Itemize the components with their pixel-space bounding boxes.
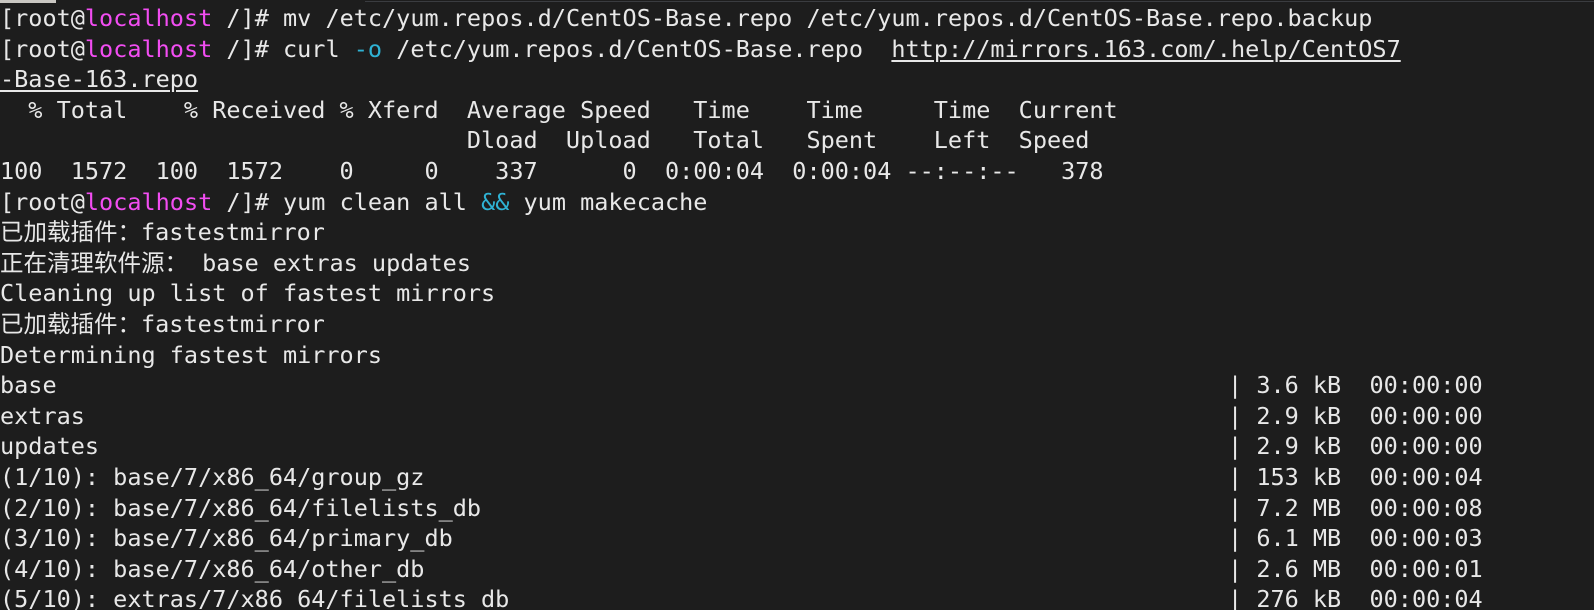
repo-time: 00:00:03 — [1369, 524, 1483, 553]
prompt-close-bracket: ]# — [240, 4, 283, 32]
repo-download-row: (4/10): base/7/x86_64/other_db | 2.6 MB 0… — [0, 554, 1594, 585]
repo-name: (4/10): base/7/x86_64/other_db — [0, 554, 425, 583]
repo-column-separator: | — [1228, 371, 1243, 400]
yum-output-cleaning-repos: 正在清理软件源： base extras updates — [0, 248, 471, 277]
repo-name: (5/10): extras/7/x86_64/filelists_db — [0, 585, 510, 610]
repo-size-time: | 2.9 kB 00:00:00 — [1228, 431, 1483, 462]
repo-time: 00:00:00 — [1369, 432, 1483, 461]
repo-name: (2/10): base/7/x86_64/filelists_db — [0, 493, 482, 522]
prompt-user: root — [14, 4, 71, 32]
window-chrome-strip-right — [365, 1, 1594, 2]
prompt-at-symbol: @ — [70, 34, 85, 63]
yum-output-plugins-loaded-2: 已加载插件：fastestmirror — [0, 309, 325, 338]
mirror-url-link[interactable]: http://mirrors.163.com/.help/CentOS7 — [891, 35, 1400, 63]
prompt-at-symbol: @ — [70, 187, 85, 216]
prompt-open-bracket: [ — [0, 34, 15, 63]
repo-column-separator: | — [1228, 462, 1243, 491]
curl-output-flag: -o — [353, 34, 383, 63]
yum-output-determining-mirrors: Determining fastest mirrors — [0, 340, 383, 369]
prompt-close-bracket: ]# — [240, 34, 283, 63]
shell-and-operator: && — [481, 187, 510, 216]
repo-name: (3/10): base/7/x86_64/primary_db — [0, 524, 453, 553]
repo-download-row: (2/10): base/7/x86_64/filelists_db | 7.2 … — [0, 493, 1594, 524]
repo-time: 00:00:04 — [1369, 462, 1483, 491]
repo-time: 00:00:08 — [1369, 493, 1483, 522]
repo-name: base — [0, 371, 57, 400]
yum-output-cleaning-mirrorlist: Cleaning up list of fastest mirrors — [0, 279, 496, 308]
prompt-open-bracket: [ — [0, 4, 15, 32]
curl-progress-stats-row: 100 1572 100 1572 0 0 337 0 0:00:04 0:00… — [0, 156, 1104, 185]
prompt-user: root — [14, 34, 71, 63]
command-text-yum-makecache: yum makecache — [509, 187, 708, 216]
prompt-close-bracket: ]# — [240, 187, 283, 216]
repo-time: 00:00:00 — [1369, 401, 1483, 430]
repo-time: 00:00:04 — [1369, 585, 1483, 610]
prompt-hostname: localhost — [84, 187, 213, 216]
repo-column-separator: | — [1228, 493, 1243, 522]
repo-name: updates — [0, 432, 100, 461]
repo-name: extras — [0, 401, 85, 430]
repo-download-row: updates | 2.9 kB 00:00:00 — [0, 431, 1594, 462]
repo-size: 2.9 kB — [1256, 432, 1342, 461]
repo-size-time: | 2.6 MB 00:00:01 — [1228, 554, 1483, 585]
repo-size: 7.2 MB — [1256, 493, 1342, 522]
prompt-user: root — [14, 187, 71, 216]
terminal-line-command-mv: [root@localhost /]# mv /etc/yum.repos.d/… — [0, 3, 1594, 34]
repo-size-time: | 7.2 MB 00:00:08 — [1228, 493, 1483, 524]
command-text-yum-clean: yum clean all — [283, 187, 482, 216]
repo-size: 3.6 kB — [1256, 371, 1342, 400]
command-text-curl: curl — [283, 34, 354, 63]
repo-column-separator: | — [1228, 554, 1243, 583]
command-text-mv: mv /etc/yum.repos.d/CentOS-Base.repo /et… — [283, 4, 1373, 32]
prompt-path: / — [212, 4, 241, 32]
repo-download-row: extras | 2.9 kB 00:00:00 — [0, 401, 1594, 432]
repo-download-row: (1/10): base/7/x86_64/group_gz | 153 kB 0… — [0, 462, 1594, 493]
repo-size-time: | 6.1 MB 00:00:03 — [1228, 523, 1483, 554]
prompt-open-bracket: [ — [0, 187, 15, 216]
curl-output-path: /etc/yum.repos.d/CentOS-Base.repo — [382, 34, 892, 63]
repo-column-separator: | — [1228, 585, 1243, 610]
terminal-line-command-curl: [root@localhost /]# curl -o /etc/yum.rep… — [0, 34, 1594, 65]
repo-time: 00:00:01 — [1369, 554, 1483, 583]
terminal-screen: [root@localhost /]# mv /etc/yum.repos.d/… — [0, 3, 1594, 610]
repo-size-time: | 3.6 kB 00:00:00 — [1228, 370, 1483, 401]
curl-progress-header-row-1: % Total % Received % Xferd Average Speed… — [0, 95, 1118, 124]
repo-size: 276 kB — [1256, 585, 1342, 610]
prompt-path: / — [212, 187, 241, 216]
terminal-line-url-wrap: -Base-163.repo — [0, 64, 1594, 95]
mirror-url-link-wrapped[interactable]: -Base-163.repo — [0, 65, 198, 93]
repo-size: 2.9 kB — [1256, 401, 1342, 430]
repo-download-list: base | 3.6 kB 00:00:00 extras | 2.9 kB 00:0… — [0, 370, 1594, 610]
yum-output-plugins-loaded-1: 已加载插件：fastestmirror — [0, 218, 325, 247]
repo-size: 2.6 MB — [1256, 554, 1342, 583]
repo-download-row: (5/10): extras/7/x86_64/filelists_db | 27… — [0, 584, 1594, 610]
repo-size-time: | 2.9 kB 00:00:00 — [1228, 401, 1483, 432]
repo-name: (1/10): base/7/x86_64/group_gz — [0, 462, 425, 491]
prompt-hostname: localhost — [84, 4, 213, 32]
prompt-hostname: localhost — [84, 34, 213, 63]
prompt-at-symbol: @ — [70, 4, 85, 32]
prompt-path: / — [212, 34, 241, 63]
terminal-window[interactable]: [root@localhost /]# mv /etc/yum.repos.d/… — [0, 0, 1594, 610]
repo-time: 00:00:00 — [1369, 371, 1483, 400]
repo-column-separator: | — [1228, 432, 1243, 461]
repo-download-row: base | 3.6 kB 00:00:00 — [0, 370, 1594, 401]
repo-size: 153 kB — [1256, 462, 1342, 491]
curl-progress-header-row-2: Dload Upload Total Spent Left Speed — [0, 126, 1090, 155]
repo-download-row: (3/10): base/7/x86_64/primary_db | 6.1 MB… — [0, 523, 1594, 554]
terminal-line-command-yum: [root@localhost /]# yum clean all && yum… — [0, 187, 1594, 218]
repo-column-separator: | — [1228, 401, 1243, 430]
repo-column-separator: | — [1228, 524, 1243, 553]
repo-size-time: | 153 kB 00:00:04 — [1228, 462, 1483, 493]
repo-size-time: | 276 kB 00:00:04 — [1228, 584, 1483, 610]
repo-size: 6.1 MB — [1256, 524, 1342, 553]
